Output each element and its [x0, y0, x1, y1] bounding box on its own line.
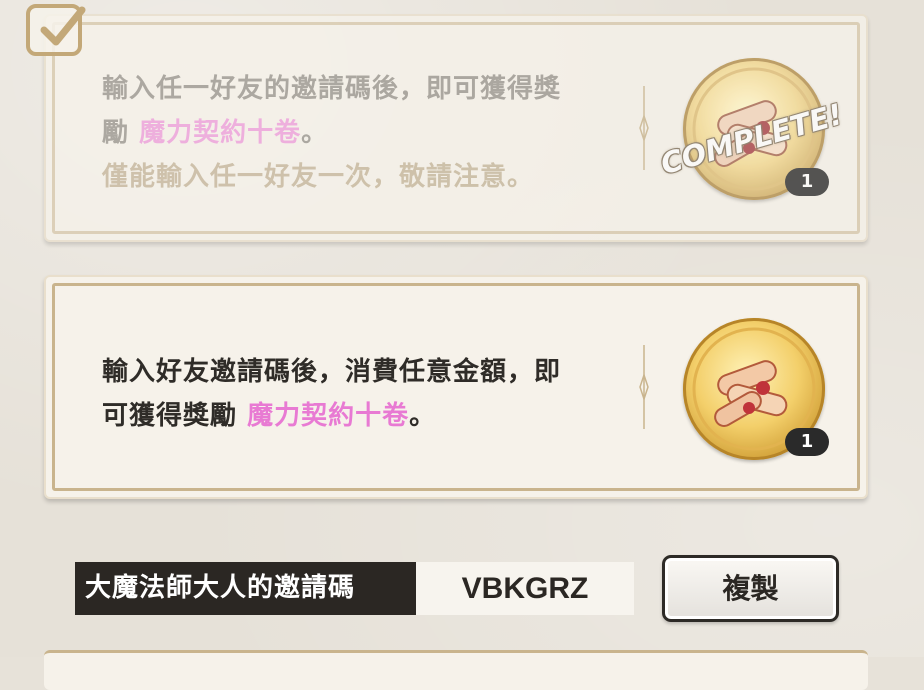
reward-line-1: 輸入任一好友的邀請碼後，即可獲得獎	[102, 74, 562, 104]
ornament-divider-icon	[639, 345, 649, 429]
reward-card-friend-code: 輸入任一好友的邀請碼後，即可獲得獎 勵 魔力契約十卷。 僅能輸入任一好友一次，敬…	[44, 14, 868, 242]
reward-item-name: 魔力契約十卷	[247, 401, 410, 431]
completed-checkbox-icon	[26, 4, 86, 56]
reward-line-2-prefix: 可獲得獎勵	[102, 401, 248, 431]
reward-item-name: 魔力契約十卷	[139, 118, 302, 148]
reward-note: 僅能輸入任一好友一次，敬請注意。	[102, 162, 535, 192]
reward-card-friend-purchase: 輸入好友邀請碼後，消費任意金額，即 可獲得獎勵 魔力契約十卷。 1	[44, 275, 868, 499]
reward-description: 輸入任一好友的邀請碼後，即可獲得獎 勵 魔力契約十卷。 僅能輸入任一好友一次，敬…	[102, 67, 622, 199]
reward-line-2-prefix: 勵	[102, 118, 140, 148]
reward-line-2: 勵 魔力契約十卷。	[102, 111, 622, 155]
ornament-divider-icon	[639, 86, 649, 170]
scroll-reward-icon: 1	[683, 318, 829, 460]
reward-card-partial	[44, 650, 868, 690]
reward-count-badge: 1	[785, 428, 829, 456]
reward-line-2: 可獲得獎勵 魔力契約十卷。	[102, 394, 622, 438]
invite-code-label: 大魔法師大人的邀請碼	[75, 562, 416, 615]
reward-line-1: 輸入好友邀請碼後，消費任意金額，即	[102, 357, 562, 387]
reward-count-badge: 1	[785, 168, 829, 196]
copy-button[interactable]: 複製	[662, 555, 839, 622]
invite-code-value: VBKGRZ	[416, 562, 634, 615]
reward-line-2-suffix: 。	[301, 118, 329, 148]
reward-line-2-suffix: 。	[409, 401, 437, 431]
reward-description: 輸入好友邀請碼後，消費任意金額，即 可獲得獎勵 魔力契約十卷。	[102, 350, 622, 438]
